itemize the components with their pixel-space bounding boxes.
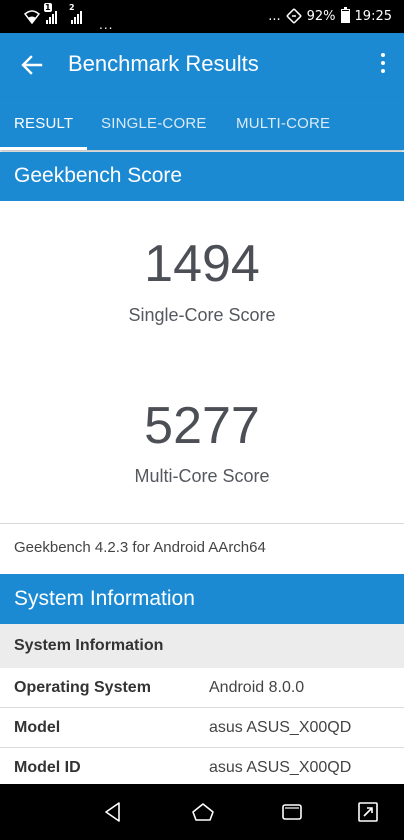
nav-back-icon[interactable] <box>101 800 125 824</box>
system-info-title: System Information <box>14 587 195 610</box>
geekbench-score-header: Geekbench Score <box>0 152 404 201</box>
tab-single-core[interactable]: SINGLE-CORE <box>101 115 207 132</box>
back-arrow-icon[interactable] <box>18 51 46 79</box>
table-row: Operating System Android 8.0.0 <box>0 668 404 708</box>
signal-icon-sim1: 1 <box>44 3 57 24</box>
table-row: Model ID asus ASUS_X00QD <box>0 748 404 787</box>
system-info-table-header: System Information <box>0 624 404 668</box>
sim1-badge: 1 <box>44 3 52 12</box>
geekbench-version: Geekbench 4.2.3 for Android AArch64 <box>14 539 266 556</box>
multi-core-score-label: Multi-Core Score <box>134 466 270 486</box>
row-value: asus ASUS_X00QD <box>209 719 352 736</box>
row-value: Android 8.0.0 <box>209 679 305 696</box>
clock: 19:25 <box>354 8 392 24</box>
signal-icon-sim2: 2 <box>69 3 82 24</box>
tab-multi-core[interactable]: MULTI-CORE <box>236 115 330 132</box>
sim2-badge: 2 <box>69 3 75 12</box>
table-row: Model asus ASUS_X00QD <box>0 708 404 748</box>
nav-home-icon[interactable] <box>190 800 216 824</box>
row-key: Model ID <box>14 759 81 776</box>
battery-icon <box>340 7 350 23</box>
table-header-label: System Information <box>14 637 164 654</box>
wifi-icon <box>24 10 40 24</box>
single-core-score-label: Single-Core Score <box>128 305 276 325</box>
status-bar: 1 2 ... ... 92% 19:25 <box>0 0 404 33</box>
notification-overflow: ... <box>99 18 114 32</box>
navigation-bar <box>0 784 404 840</box>
status-left: 1 2 <box>24 3 82 24</box>
row-key: Model <box>14 719 61 736</box>
tab-result[interactable]: RESULT <box>14 115 73 132</box>
active-tab-indicator <box>0 147 87 150</box>
nfc-icon <box>286 8 302 24</box>
divider <box>0 523 404 524</box>
page-title: Benchmark Results <box>68 51 259 76</box>
row-value: asus ASUS_X00QD <box>209 759 352 776</box>
multi-core-score-value: 5277 <box>144 397 260 455</box>
more-vert-icon[interactable] <box>380 53 386 77</box>
status-right: ... 92% 19:25 <box>268 7 392 24</box>
single-core-score-value: 1494 <box>144 235 260 293</box>
app-bar: Benchmark Results <box>0 33 404 98</box>
notification-overflow-right: ... <box>268 8 281 24</box>
tab-bar: RESULT SINGLE-CORE MULTI-CORE <box>0 98 404 150</box>
row-key: Operating System <box>14 679 151 696</box>
geekbench-score-title: Geekbench Score <box>14 164 183 187</box>
nav-recents-icon[interactable] <box>280 800 304 824</box>
screen-rotate-icon[interactable] <box>356 800 380 824</box>
system-info-header: System Information <box>0 574 404 624</box>
battery-percent: 92% <box>306 8 336 24</box>
